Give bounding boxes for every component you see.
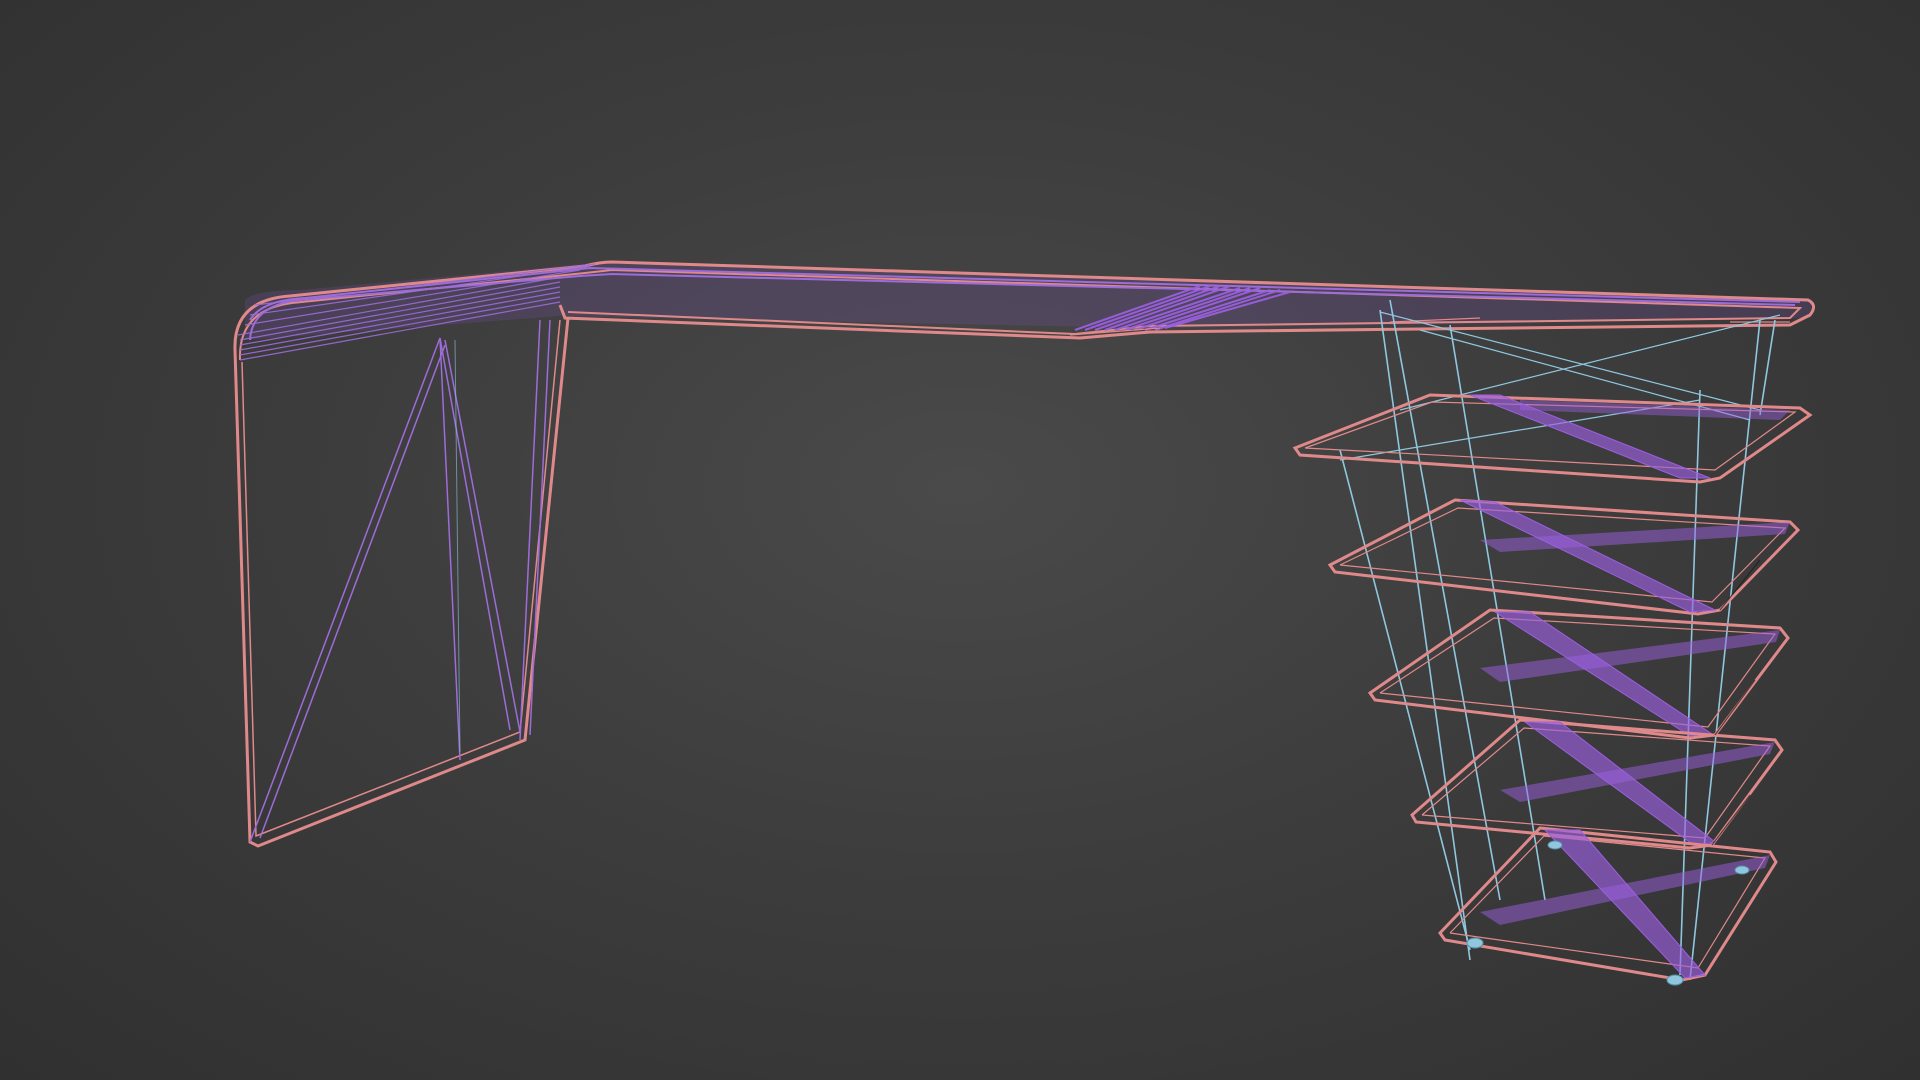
shelf-3: [1367, 608, 1790, 740]
shelf-2: [1327, 498, 1801, 616]
shelf-4: [1410, 718, 1784, 850]
desk-top: [233, 260, 1815, 361]
3d-viewport[interactable]: [0, 0, 1920, 1080]
shelf-1: [1292, 393, 1813, 484]
shelf-tower: [1292, 299, 1813, 986]
left-leg-panel: [233, 317, 570, 848]
wireframe-scene: [233, 260, 1815, 986]
